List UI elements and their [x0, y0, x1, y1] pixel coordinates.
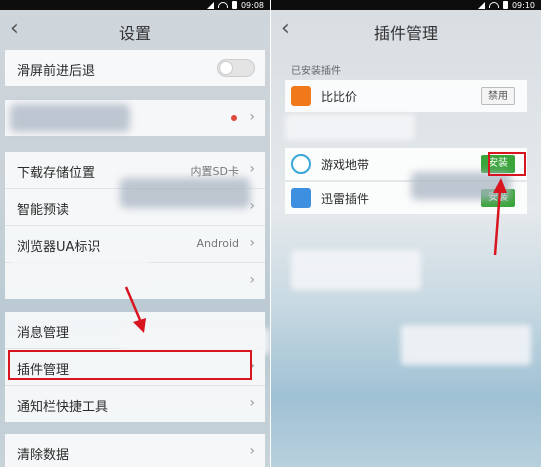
- plugin-manager-screen: 09:10 ‹ 插件管理 已安装插件 比比价 禁用 游戏地带 安装 迅雷插件 安…: [271, 0, 541, 467]
- red-arrow-annotation: [124, 286, 146, 333]
- red-arrow-annotation: [493, 178, 507, 256]
- settings-screen: 09:08 ‹ 设置 滑屏前进后退 › 下载存储位置 内置SD卡 › 智能预读 …: [0, 0, 270, 467]
